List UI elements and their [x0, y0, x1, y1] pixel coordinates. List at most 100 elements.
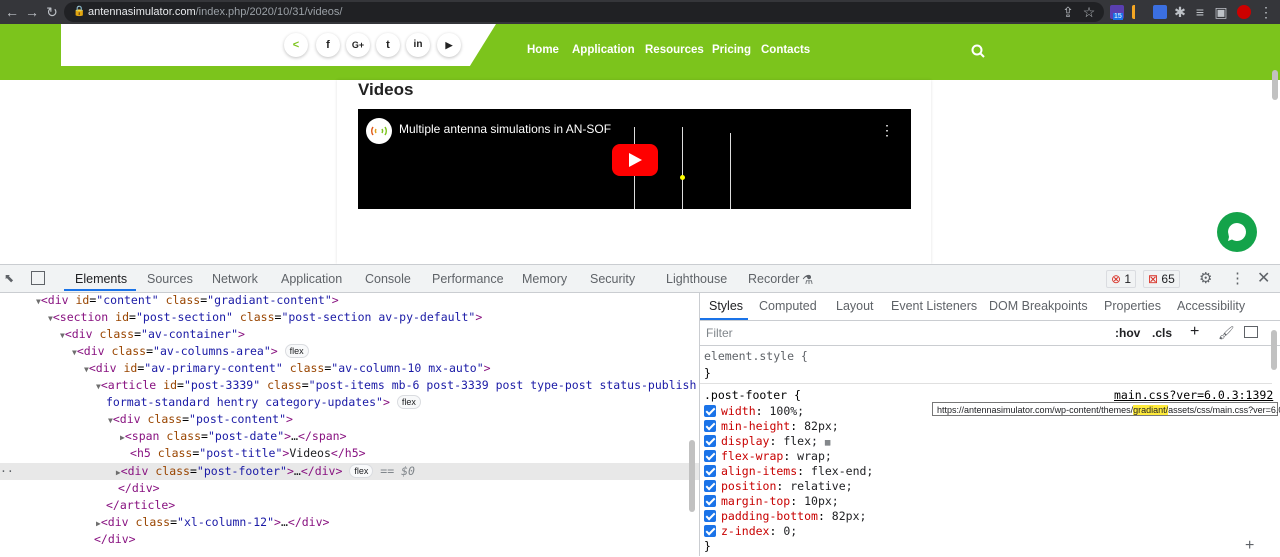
dom-node-av-container[interactable]: ▼<div class="av-container"> — [60, 326, 245, 343]
hov-toggle[interactable]: :hov — [1115, 326, 1140, 340]
dom-node-primary-content[interactable]: ▼<div id="av-primary-content" class="av-… — [84, 360, 491, 377]
forward-icon[interactable]: → — [24, 4, 40, 20]
extensions-puzzle-icon[interactable]: ✱ — [1172, 4, 1188, 20]
error-count-badge[interactable]: ⊗ 1 — [1106, 270, 1137, 288]
dom-scrollbar[interactable] — [689, 440, 695, 512]
property-checkbox[interactable] — [704, 435, 716, 447]
google-plus-icon[interactable]: G+ — [346, 33, 370, 57]
close-icon[interactable]: ✕ — [1257, 268, 1270, 288]
css-property[interactable]: flex-wrap: wrap; — [721, 449, 832, 464]
css-property[interactable]: z-index: 0; — [721, 524, 797, 539]
dom-node-post-title[interactable]: <h5 class="post-title">Videos</h5> — [130, 445, 366, 462]
tab-layout[interactable]: Layout — [836, 299, 874, 313]
tab-security[interactable]: Security — [590, 272, 635, 286]
css-property[interactable]: padding-bottom: 82px; — [721, 509, 866, 524]
tab-application[interactable]: Application — [281, 272, 342, 286]
device-toolbar-icon[interactable] — [31, 271, 45, 285]
css-property[interactable]: width: 100%; — [721, 404, 804, 419]
dom-close-post-content[interactable]: </div> — [118, 480, 160, 497]
extension-flag-icon[interactable] — [1132, 5, 1149, 19]
dom-node-post-section[interactable]: ▼<section id="post-section" class="post-… — [48, 309, 482, 326]
chat-widget-icon[interactable] — [1217, 212, 1257, 252]
back-icon[interactable]: ← — [4, 4, 20, 20]
css-property[interactable]: align-items: flex-end; — [721, 464, 873, 479]
nav-pricing[interactable]: Pricing — [712, 44, 751, 56]
dom-node-post-content[interactable]: ▼<div class="post-content"> — [108, 411, 293, 428]
property-checkbox[interactable] — [704, 495, 716, 507]
paint-brush-icon[interactable]: 🖌 — [1218, 325, 1235, 341]
nav-resources[interactable]: Resources — [645, 44, 704, 56]
css-property[interactable]: min-height: 82px; — [721, 419, 839, 434]
video-more-icon[interactable]: ⋮ — [880, 123, 894, 137]
cls-toggle[interactable]: .cls — [1152, 326, 1172, 340]
dom-node-content[interactable]: ▼<div id="content" class="gradiant-conte… — [36, 292, 339, 309]
sidebar-toggle-icon[interactable] — [1244, 326, 1258, 338]
reload-icon[interactable]: ↻ — [44, 4, 60, 20]
dom-node-xl-column[interactable]: ▶<div class="xl-column-12">…</div> — [96, 514, 329, 531]
property-checkbox[interactable] — [704, 510, 716, 522]
tab-elements[interactable]: Elements — [75, 272, 127, 286]
tab-sources[interactable]: Sources — [147, 272, 193, 286]
flex-badge[interactable]: flex — [284, 344, 309, 358]
css-property[interactable]: position: relative; — [721, 479, 853, 494]
nav-application[interactable]: Application — [572, 44, 635, 56]
chrome-menu-icon[interactable]: ⋮ — [1258, 4, 1274, 20]
media-control-icon[interactable]: ≡ — [1192, 4, 1208, 20]
tab-dom-breakpoints[interactable]: DOM Breakpoints — [989, 299, 1088, 313]
property-checkbox[interactable] — [704, 405, 716, 417]
play-button[interactable] — [612, 144, 658, 176]
video-title[interactable]: Multiple antenna simulations in AN-SOF — [399, 122, 611, 136]
dom-node-columns-area[interactable]: ▼<div class="av-columns-area"> flex — [72, 343, 309, 360]
linkedin-icon[interactable]: in — [406, 33, 430, 57]
css-property[interactable]: display: flex; ▦ — [721, 434, 830, 449]
element-style-rule[interactable]: element.style { — [704, 349, 808, 364]
facebook-icon[interactable]: f — [316, 33, 340, 57]
settings-gear-icon[interactable]: ⚙ — [1199, 269, 1212, 287]
dom-node-post-footer[interactable]: ·· ▶<div class="post-footer">…</div> flex… — [0, 463, 415, 480]
lock-icon[interactable]: 🔒 — [73, 4, 85, 20]
new-rule-icon[interactable]: + — [1190, 323, 1199, 341]
dom-close-primary[interactable]: </div> — [94, 531, 136, 548]
tab-memory[interactable]: Memory — [522, 272, 567, 286]
bookmark-star-icon[interactable]: ☆ — [1081, 4, 1097, 20]
share-icon[interactable]: < — [284, 33, 308, 57]
side-panel-icon[interactable]: ▣ — [1213, 4, 1229, 20]
tab-styles[interactable]: Styles — [709, 299, 743, 313]
tab-event-listeners[interactable]: Event Listeners — [891, 299, 977, 313]
dom-close-article[interactable]: </article> — [106, 497, 175, 514]
tab-console[interactable]: Console — [365, 272, 411, 286]
tab-performance[interactable]: Performance — [432, 272, 504, 286]
property-checkbox[interactable] — [704, 450, 716, 462]
share-page-icon[interactable]: ⇪ — [1060, 4, 1076, 20]
styles-scrollbar[interactable] — [1271, 330, 1277, 370]
search-icon[interactable] — [970, 43, 986, 59]
page-scrollbar[interactable] — [1272, 70, 1278, 100]
add-property-icon[interactable]: + — [1245, 537, 1254, 555]
tab-accessibility[interactable]: Accessibility — [1177, 299, 1245, 313]
property-checkbox[interactable] — [704, 465, 716, 477]
flex-badge[interactable]: flex — [396, 395, 421, 409]
tab-lighthouse[interactable]: Lighthouse — [666, 272, 727, 286]
property-checkbox[interactable] — [704, 480, 716, 492]
dom-node-article[interactable]: ▼<article id="post-3339" class="post-ite… — [96, 377, 696, 394]
devtools-menu-icon[interactable]: ⋮ — [1230, 269, 1245, 287]
channel-logo[interactable] — [366, 118, 392, 144]
styles-filter-input[interactable]: Filter — [706, 326, 733, 340]
tab-network[interactable]: Network — [212, 272, 258, 286]
youtube-icon[interactable]: ▶ — [437, 33, 461, 57]
flexbox-editor-icon[interactable]: ▦ — [825, 438, 830, 448]
tab-computed[interactable]: Computed — [759, 299, 817, 313]
tab-recorder[interactable]: Recorder — [748, 272, 799, 286]
flex-badge[interactable]: flex — [349, 464, 374, 478]
property-checkbox[interactable] — [704, 525, 716, 537]
nav-home[interactable]: Home — [527, 44, 559, 56]
rule-source-link[interactable]: main.css?ver=6.0.3:1392 — [1114, 388, 1273, 403]
inspect-element-icon[interactable]: ⬉ — [4, 271, 18, 285]
bitwarden-icon[interactable] — [1153, 5, 1167, 19]
nav-contacts[interactable]: Contacts — [761, 44, 810, 56]
css-property[interactable]: margin-top: 10px; — [721, 494, 839, 509]
profile-avatar[interactable] — [1237, 5, 1251, 19]
dom-node-post-date[interactable]: ▶<span class="post-date">…</span> — [120, 428, 347, 445]
rule-selector[interactable]: .post-footer { — [704, 388, 801, 403]
property-checkbox[interactable] — [704, 420, 716, 432]
